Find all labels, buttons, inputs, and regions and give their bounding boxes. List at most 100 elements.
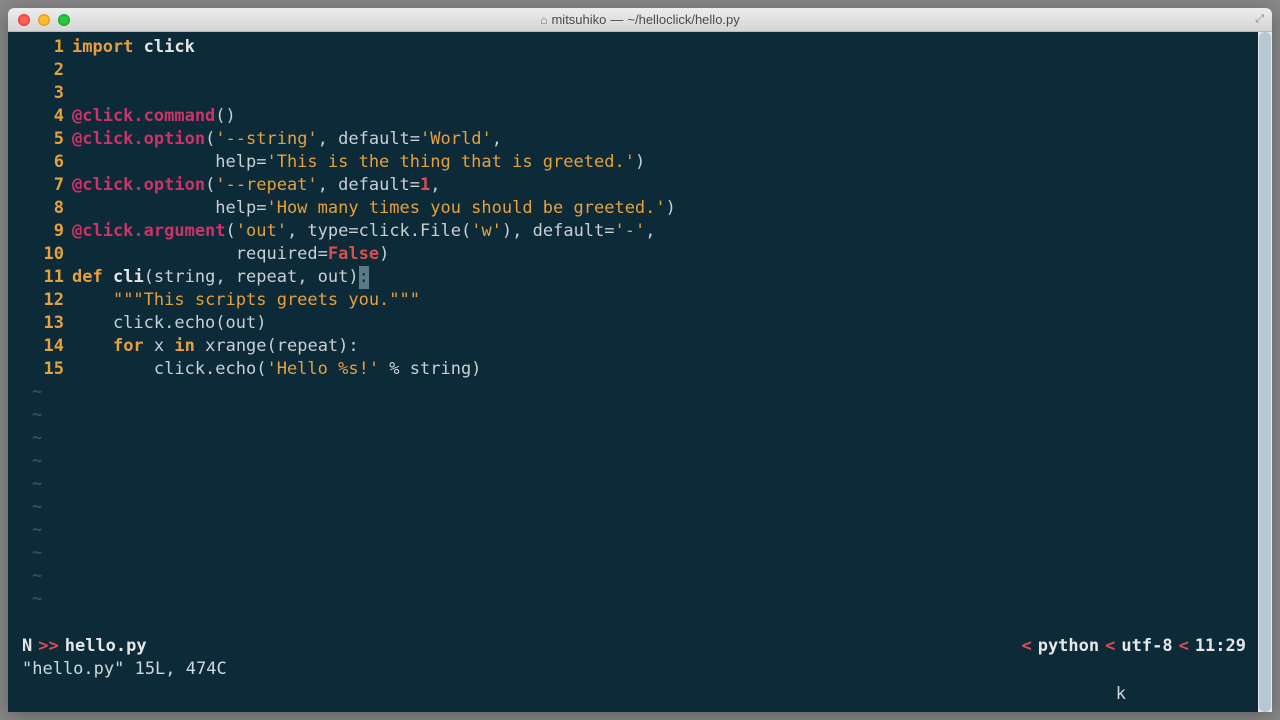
- code-content[interactable]: [72, 59, 1256, 82]
- line-number: 6: [8, 151, 72, 174]
- token-deco: @click.option: [72, 129, 205, 149]
- token-cursor: :: [359, 266, 369, 289]
- line-number: 15: [8, 358, 72, 381]
- token-str: 'How many times you should be greeted.': [266, 198, 665, 218]
- chevron-right-icon: >>: [32, 635, 64, 658]
- title-path: ~/helloclick/hello.py: [627, 12, 739, 27]
- maximize-icon[interactable]: ⤢: [1255, 13, 1264, 26]
- title-sep: —: [610, 12, 623, 27]
- code-line[interactable]: 2: [8, 59, 1256, 82]
- status-filetype: python: [1038, 635, 1099, 658]
- token-punc: x: [144, 336, 175, 356]
- token-str: 'This is the thing that is greeted.': [266, 152, 634, 172]
- code-content[interactable]: @click.option('--string', default='World…: [72, 128, 1256, 151]
- editor-area[interactable]: 1import click234@click.command()5@click.…: [8, 32, 1256, 635]
- token-num: 1: [420, 175, 430, 195]
- line-number: 14: [8, 335, 72, 358]
- scrollbar-thumb[interactable]: [1259, 32, 1271, 712]
- empty-line-tilde: ~: [8, 519, 1256, 542]
- code-content[interactable]: def cli(string, repeat, out):: [72, 266, 1256, 289]
- token-punc: ,: [430, 175, 440, 195]
- chevron-left-icon: <: [1015, 635, 1037, 658]
- empty-line-tilde: ~: [8, 404, 1256, 427]
- token-kw: for: [113, 336, 144, 356]
- code-content[interactable]: help='How many times you should be greet…: [72, 197, 1256, 220]
- code-line[interactable]: 6 help='This is the thing that is greete…: [8, 151, 1256, 174]
- empty-line-tilde: ~: [8, 542, 1256, 565]
- token-punc: ): [666, 198, 676, 218]
- line-number: 7: [8, 174, 72, 197]
- token-punc: help=: [72, 198, 266, 218]
- vim-showcmd: k: [8, 683, 1256, 712]
- code-line[interactable]: 10 required=False): [8, 243, 1256, 266]
- code-line[interactable]: 5@click.option('--string', default='Worl…: [8, 128, 1256, 151]
- token-punc: click.echo(: [72, 359, 266, 379]
- empty-line-tilde: ~: [8, 473, 1256, 496]
- token-punc: , default=: [318, 175, 420, 195]
- token-punc: click.echo(out): [72, 313, 266, 333]
- token-punc: required=: [72, 244, 328, 264]
- code-line[interactable]: 1import click: [8, 36, 1256, 59]
- token-punc: (: [205, 175, 215, 195]
- code-line[interactable]: 11def cli(string, repeat, out):: [8, 266, 1256, 289]
- code-line[interactable]: 4@click.command(): [8, 105, 1256, 128]
- code-content[interactable]: @click.option('--repeat', default=1,: [72, 174, 1256, 197]
- home-icon: ⌂: [540, 13, 547, 27]
- status-position: 11:29: [1195, 635, 1246, 658]
- close-button[interactable]: [18, 14, 30, 26]
- minimize-button[interactable]: [38, 14, 50, 26]
- token-punc: [103, 267, 113, 287]
- code-line[interactable]: 14 for x in xrange(repeat):: [8, 335, 1256, 358]
- token-id: click: [144, 37, 195, 57]
- token-punc: % string): [379, 359, 481, 379]
- token-str: '--repeat': [215, 175, 317, 195]
- code-line[interactable]: 12 """This scripts greets you.""": [8, 289, 1256, 312]
- code-line[interactable]: 13 click.echo(out): [8, 312, 1256, 335]
- token-kw: in: [174, 336, 194, 356]
- chevron-left-icon: <: [1099, 635, 1121, 658]
- code-content[interactable]: import click: [72, 36, 1256, 59]
- status-encoding: utf-8: [1121, 635, 1172, 658]
- status-filename: hello.py: [65, 635, 147, 658]
- code-line[interactable]: 7@click.option('--repeat', default=1,: [8, 174, 1256, 197]
- code-content[interactable]: click.echo(out): [72, 312, 1256, 335]
- zoom-button[interactable]: [58, 14, 70, 26]
- token-punc: [72, 290, 113, 310]
- code-content[interactable]: [72, 82, 1256, 105]
- token-str: '-': [615, 221, 646, 241]
- code-content[interactable]: @click.command(): [72, 105, 1256, 128]
- token-str: 'World': [420, 129, 492, 149]
- code-content[interactable]: @click.argument('out', type=click.File('…: [72, 220, 1256, 243]
- line-number: 12: [8, 289, 72, 312]
- empty-line-tilde: ~: [8, 565, 1256, 588]
- token-punc: ,: [645, 221, 655, 241]
- code-line[interactable]: 9@click.argument('out', type=click.File(…: [8, 220, 1256, 243]
- code-content[interactable]: """This scripts greets you.""": [72, 289, 1256, 312]
- token-punc: ): [379, 244, 389, 264]
- code-content[interactable]: for x in xrange(repeat):: [72, 335, 1256, 358]
- line-number: 3: [8, 82, 72, 105]
- empty-line-tilde: ~: [8, 588, 1256, 611]
- code-content[interactable]: required=False): [72, 243, 1256, 266]
- token-deco: @click.option: [72, 175, 205, 195]
- vim-statusline: N >> hello.py < python < utf-8 < 11:29: [8, 635, 1256, 658]
- scrollbar-track[interactable]: [1258, 32, 1272, 712]
- token-punc: , type=click.File(: [287, 221, 471, 241]
- code-content[interactable]: click.echo('Hello %s!' % string): [72, 358, 1256, 381]
- token-str: """This scripts greets you.""": [113, 290, 420, 310]
- code-content[interactable]: help='This is the thing that is greeted.…: [72, 151, 1256, 174]
- code-line[interactable]: 15 click.echo('Hello %s!' % string): [8, 358, 1256, 381]
- code-line[interactable]: 8 help='How many times you should be gre…: [8, 197, 1256, 220]
- vim-mode: N: [22, 635, 32, 658]
- token-kw: import: [72, 37, 133, 57]
- empty-line-tilde: ~: [8, 450, 1256, 473]
- line-number: 2: [8, 59, 72, 82]
- token-punc: (: [205, 129, 215, 149]
- terminal-body[interactable]: 1import click234@click.command()5@click.…: [8, 32, 1272, 712]
- window-title: ⌂ mitsuhiko — ~/helloclick/hello.py: [540, 12, 740, 27]
- code-line[interactable]: 3: [8, 82, 1256, 105]
- token-str: '--string': [215, 129, 317, 149]
- titlebar[interactable]: ⌂ mitsuhiko — ~/helloclick/hello.py ⤢: [8, 8, 1272, 32]
- empty-line-tilde: ~: [8, 381, 1256, 404]
- empty-line-tilde: ~: [8, 427, 1256, 450]
